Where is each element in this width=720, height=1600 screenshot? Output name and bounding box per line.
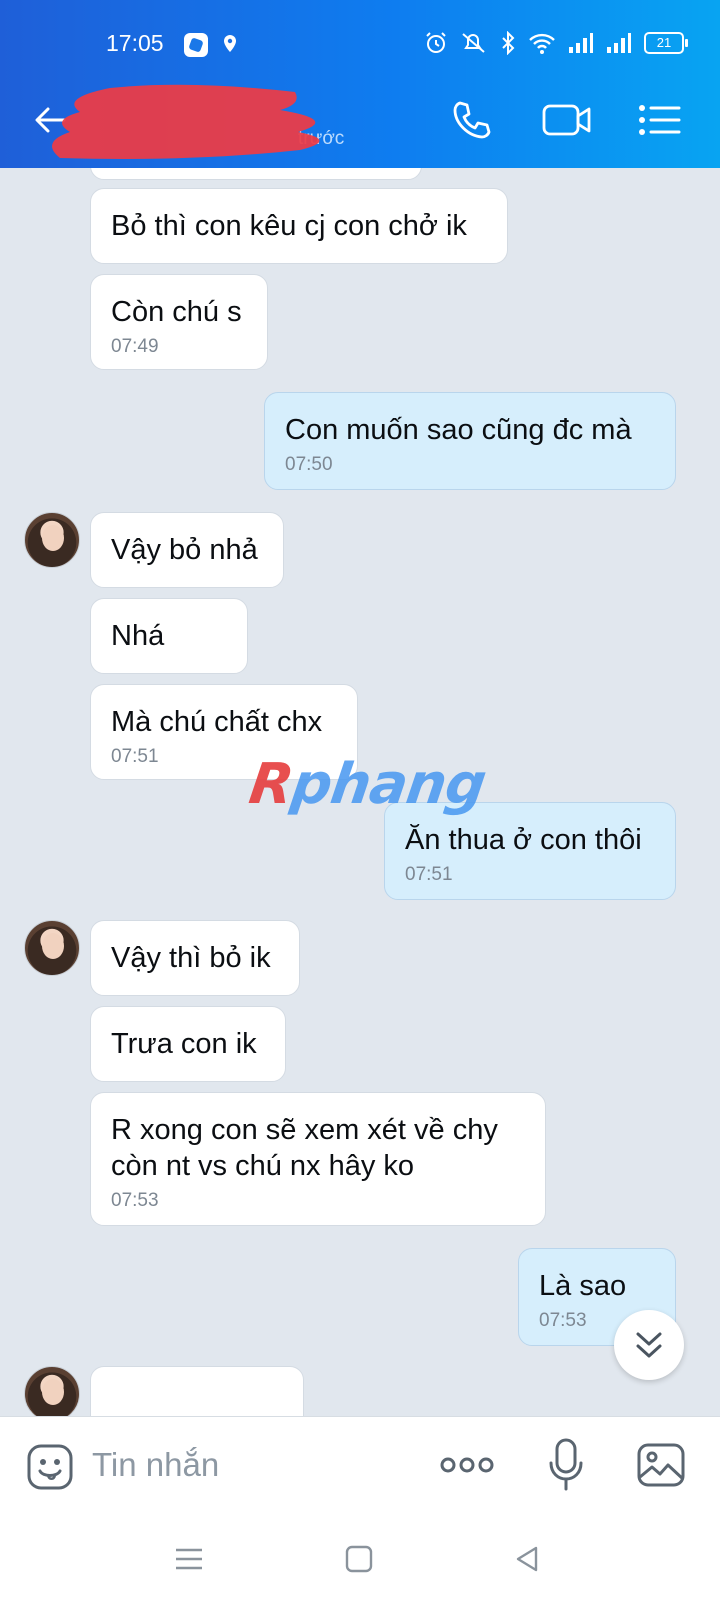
signal-icon-2: [607, 33, 631, 53]
emoji-icon[interactable]: [26, 1443, 74, 1491]
watermark-logo: Rphang: [245, 752, 490, 817]
message-bubble-partial[interactable]: [90, 1366, 304, 1416]
message-time: 07:50: [285, 454, 333, 475]
message-bubble-incoming[interactable]: Còn chú s 07:49: [90, 274, 268, 370]
redacted-contact-name[interactable]: [40, 80, 355, 162]
message-bubble-incoming[interactable]: Vậy bỏ nhả: [90, 512, 284, 588]
avatar[interactable]: [24, 1366, 80, 1416]
system-navigation-bar: [0, 1516, 720, 1600]
top-bar: 17:05 21 trước: [0, 0, 720, 168]
alarm-icon: [426, 32, 446, 53]
message-text: Vậy thì bỏ ik: [111, 942, 271, 974]
bluetooth-icon: [502, 31, 515, 55]
app-notification-icon: [184, 33, 208, 57]
message-text: Trưa con ik: [111, 1028, 257, 1060]
recent-apps-icon[interactable]: [172, 1542, 206, 1576]
message-bubble-outgoing[interactable]: Con muốn sao cũng đc mà 07:50: [264, 392, 676, 490]
message-time: 07:53: [111, 1190, 159, 1211]
back-nav-icon[interactable]: [510, 1542, 544, 1576]
avatar[interactable]: [24, 920, 80, 976]
message-text: Là sao: [539, 1270, 627, 1302]
message-text: R xong con sẽ xem xét về chy còn nt vs c…: [111, 1114, 498, 1182]
wifi-icon: [529, 33, 555, 54]
status-icons: 21: [424, 31, 688, 55]
message-bubble-incoming[interactable]: Vậy thì bỏ ik: [90, 920, 300, 996]
more-dots-icon[interactable]: [440, 1455, 494, 1475]
message-text: Nhá: [111, 620, 165, 652]
message-text: Mà chú chất chx: [111, 706, 323, 738]
message-bubble-incoming[interactable]: R xong con sẽ xem xét về chy còn nt vs c…: [90, 1092, 546, 1226]
list-menu-icon[interactable]: [636, 98, 682, 142]
message-time: 07:49: [111, 336, 159, 357]
chat-header: trước: [0, 72, 720, 168]
message-text: Bỏ thì con kêu cj con chở ik: [111, 210, 467, 242]
message-text: Vậy bỏ nhả: [111, 534, 258, 566]
message-bubble-incoming[interactable]: Bỏ thì con kêu cj con chở ik: [90, 188, 508, 264]
message-bubble-partial[interactable]: [90, 168, 422, 180]
phone-icon[interactable]: [450, 98, 496, 142]
microphone-icon[interactable]: [548, 1437, 584, 1493]
battery-icon: 21: [644, 32, 688, 54]
message-time: 07:51: [405, 864, 453, 885]
scroll-to-bottom-button[interactable]: [614, 1310, 684, 1380]
home-icon[interactable]: [342, 1542, 376, 1576]
mute-icon: [462, 33, 485, 53]
message-input[interactable]: [92, 1435, 412, 1495]
chevron-double-down-icon: [636, 1332, 662, 1358]
video-call-icon[interactable]: [542, 98, 592, 142]
message-bubble-incoming[interactable]: Trưa con ik: [90, 1006, 286, 1082]
avatar[interactable]: [24, 512, 80, 568]
signal-icon: [569, 33, 593, 53]
message-text: Ăn thua ở con thôi: [405, 824, 642, 856]
message-bubble-incoming[interactable]: Nhá: [90, 598, 248, 674]
status-bar: 17:05 21: [0, 0, 720, 72]
message-text: Còn chú s: [111, 296, 242, 328]
message-composer: [0, 1416, 720, 1516]
location-icon: [224, 35, 236, 52]
message-text: Con muốn sao cũng đc mà: [285, 414, 632, 446]
image-icon[interactable]: [636, 1441, 686, 1489]
status-time: 17:05: [106, 30, 164, 56]
